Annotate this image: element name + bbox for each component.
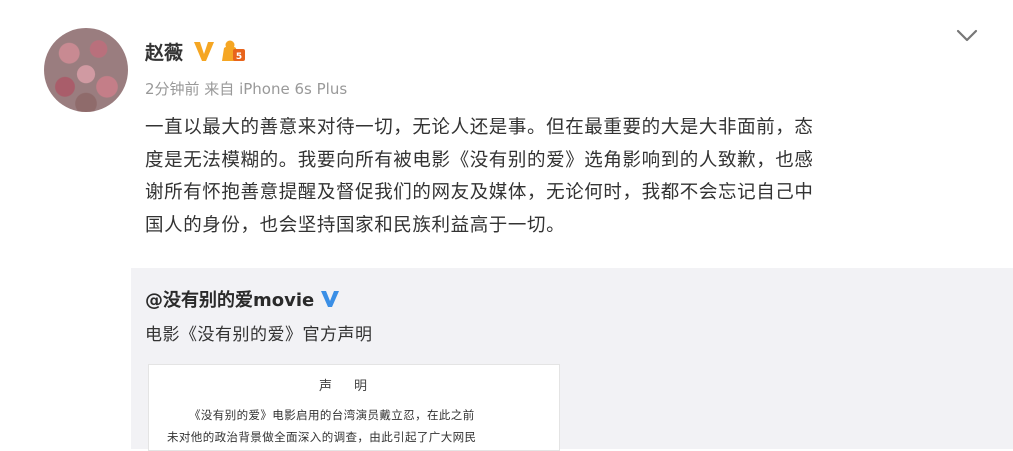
post-text-line: 一直以最大的善意来对待一切，无论人还是事。但在最重要的大是大非面前，态 <box>145 117 814 138</box>
post-meta: 2分钟前 来自 iPhone 6s Plus <box>145 80 348 98</box>
post-text: 一直以最大的善意来对待一切，无论人还是事。但在最重要的大是大非面前，态 度是无法… <box>145 112 975 242</box>
post-text-line: 度是无法模糊的。我要向所有被电影《没有别的爱》选角影响到的人致歉，也感 <box>145 149 814 171</box>
avatar[interactable] <box>44 28 128 112</box>
post-text-line: 国人的身份，也会坚持国家和民族利益高于一切。 <box>145 214 566 236</box>
svg-text:5: 5 <box>236 52 242 62</box>
verified-v-icon <box>194 42 215 61</box>
statement-line: 未对他的政治背景做全面深入的调查，由此引起了广大网民 <box>167 430 477 444</box>
statement-image[interactable]: 声明 《没有别的爱》电影启用的台湾演员戴立忍，在此之前 未对他的政治背景做全面深… <box>148 364 560 451</box>
vip-badge-icon[interactable]: 5 <box>221 39 247 63</box>
statement-title: 声明 <box>318 379 389 394</box>
statement-line: 《没有别的爱》电影启用的台湾演员戴立忍，在此之前 <box>189 408 475 422</box>
chevron-down-icon[interactable] <box>955 28 979 44</box>
post-text-line: 谢所有怀抱善意提醒及督促我们的网友及媒体，无论何时，我都不会忘记自己中 <box>145 182 814 203</box>
author-row: 赵薇 5 <box>145 36 247 66</box>
repost-text: 电影《没有别的爱》官方声明 <box>145 325 373 345</box>
repost-author[interactable]: @没有别的爱movie <box>145 286 314 312</box>
verified-blue-icon <box>321 291 340 307</box>
author-name[interactable]: 赵薇 <box>145 38 183 65</box>
repost-author-row: @没有别的爱movie <box>145 286 340 312</box>
repost-card[interactable]: @没有别的爱movie 电影《没有别的爱》官方声明 声明 《没有别的爱》电影启用… <box>131 268 1013 451</box>
